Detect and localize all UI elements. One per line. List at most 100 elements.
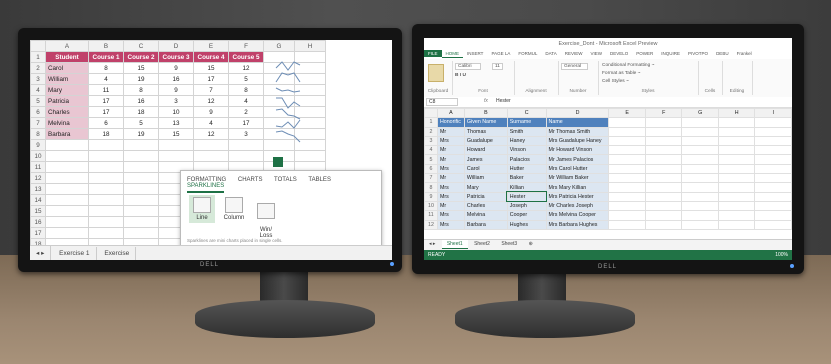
empty-cell[interactable] — [681, 200, 719, 212]
alignment-group[interactable]: Alignment — [514, 61, 559, 95]
score-cell[interactable]: 9 — [193, 106, 229, 118]
empty-cell[interactable] — [158, 139, 194, 151]
score-cell[interactable]: 3 — [158, 95, 194, 107]
empty-cell[interactable] — [608, 154, 646, 165]
sheet-tab-sheet3[interactable]: Sheet3 — [496, 240, 522, 248]
score-cell[interactable]: 12 — [228, 62, 264, 74]
student-name-cell[interactable]: William — [45, 73, 89, 85]
data-cell[interactable]: Patricia — [463, 191, 508, 202]
right-spreadsheet-grid[interactable]: ABCDEFGHI 1 Honorific Given Name Surname Nam… — [424, 107, 792, 230]
ribbon-tab[interactable]: PIVOTPO — [684, 50, 712, 57]
data-cell[interactable]: William — [463, 173, 508, 184]
empty-cell[interactable] — [608, 126, 646, 137]
empty-cell[interactable] — [754, 219, 792, 230]
data-cell[interactable]: Mrs — [436, 163, 465, 175]
score-cell[interactable]: 9 — [158, 84, 194, 96]
empty-cell[interactable] — [123, 194, 159, 206]
empty-cell[interactable] — [717, 126, 756, 137]
font-group[interactable]: Calibri 11 B I U Font — [452, 61, 515, 95]
column-header[interactable]: H — [294, 40, 326, 52]
empty-cell[interactable] — [754, 163, 792, 175]
font-size-box[interactable]: 11 — [492, 63, 503, 70]
qa-tab-sparklines[interactable]: SPARKLINES — [187, 183, 225, 193]
empty-cell[interactable] — [45, 194, 89, 206]
empty-cell[interactable] — [717, 145, 756, 156]
score-cell[interactable]: 17 — [193, 73, 229, 85]
empty-cell[interactable] — [717, 117, 756, 128]
number-group[interactable]: General Number — [558, 61, 599, 95]
empty-cell[interactable] — [644, 135, 683, 147]
data-cell[interactable]: Mr — [436, 154, 465, 165]
empty-cell[interactable] — [644, 145, 683, 156]
qa-winloss-option[interactable]: Win/ Loss — [253, 197, 279, 239]
row-number[interactable]: 17 — [30, 227, 46, 239]
row-number[interactable]: 5 — [424, 154, 438, 165]
column-header[interactable]: B — [88, 40, 124, 52]
ribbon-tab[interactable]: PAGE LA — [487, 50, 514, 57]
student-name-cell[interactable]: Mary — [45, 84, 89, 96]
row-number[interactable]: 4 — [424, 145, 438, 156]
empty-cell[interactable] — [45, 216, 89, 228]
header-cell[interactable]: Given Name — [463, 117, 508, 128]
score-cell[interactable]: 19 — [123, 128, 159, 140]
empty-cell[interactable] — [88, 139, 124, 151]
score-cell[interactable]: 4 — [193, 117, 229, 129]
student-name-cell[interactable]: Carol — [45, 62, 89, 74]
row-number[interactable]: 6 — [424, 163, 438, 175]
score-cell[interactable]: 15 — [123, 62, 159, 74]
header-cell[interactable]: Course 5 — [228, 51, 264, 63]
empty-cell[interactable] — [681, 117, 719, 128]
row-number[interactable]: 2 — [30, 62, 46, 74]
empty-cell[interactable] — [681, 173, 719, 184]
empty-cell[interactable] — [717, 163, 756, 175]
data-cell[interactable]: Mr — [436, 126, 465, 137]
data-cell[interactable]: Mr Howard Vinson — [545, 145, 610, 156]
bold-italic-underline[interactable]: B I U — [455, 73, 466, 78]
data-cell[interactable]: Mr William Baker — [545, 173, 610, 184]
number-format-box[interactable]: General — [561, 63, 589, 70]
row-number[interactable]: 10 — [30, 150, 46, 162]
score-cell[interactable]: 15 — [193, 62, 229, 74]
empty-cell[interactable] — [717, 135, 756, 147]
row-number[interactable]: 7 — [30, 117, 46, 129]
ribbon-tab[interactable]: INSERT — [463, 50, 487, 57]
score-cell[interactable]: 2 — [228, 106, 264, 118]
column-header[interactable]: A — [45, 40, 89, 52]
column-header[interactable]: F — [228, 40, 264, 52]
empty-cell[interactable] — [644, 200, 683, 212]
score-cell[interactable]: 16 — [158, 73, 194, 85]
header-cell[interactable]: Student — [45, 51, 89, 63]
header-cell[interactable]: Name — [545, 117, 610, 128]
row-number[interactable]: 13 — [30, 183, 46, 195]
empty-cell[interactable] — [123, 139, 159, 151]
data-cell[interactable]: Baker — [506, 173, 547, 184]
row-number[interactable]: 6 — [30, 106, 46, 118]
name-box[interactable]: C8 — [426, 98, 458, 106]
empty-cell[interactable] — [88, 194, 124, 206]
empty-cell[interactable] — [45, 183, 89, 195]
data-cell[interactable]: Guadalupe — [463, 135, 508, 147]
data-cell[interactable]: Hutter — [506, 163, 547, 175]
row-number[interactable]: 8 — [30, 128, 46, 140]
student-name-cell[interactable]: Patricia — [45, 95, 89, 107]
column-header[interactable]: I — [754, 107, 792, 119]
data-cell[interactable]: Mr Thomas Smith — [545, 126, 610, 137]
empty-cell[interactable] — [717, 200, 756, 212]
score-cell[interactable]: 4 — [88, 73, 124, 85]
header-cell[interactable]: Surname — [506, 117, 547, 128]
column-header[interactable]: H — [717, 107, 756, 119]
column-header[interactable]: G — [263, 40, 295, 52]
qa-tab-totals[interactable]: TOTALS — [274, 177, 297, 183]
student-name-cell[interactable]: Barbara — [45, 128, 89, 140]
empty-cell[interactable] — [754, 135, 792, 147]
score-cell[interactable]: 5 — [228, 73, 264, 85]
data-cell[interactable]: Vinson — [506, 145, 547, 156]
empty-cell[interactable] — [644, 154, 683, 165]
score-cell[interactable]: 8 — [88, 62, 124, 74]
ribbon-tab[interactable]: HOME — [441, 50, 464, 58]
score-cell[interactable]: 12 — [193, 128, 229, 140]
sheet-nav-arrows[interactable]: ◂ ▸ — [30, 246, 52, 260]
editing-group[interactable]: Editing — [722, 61, 753, 95]
empty-cell[interactable] — [717, 182, 756, 193]
empty-cell[interactable] — [681, 163, 719, 175]
